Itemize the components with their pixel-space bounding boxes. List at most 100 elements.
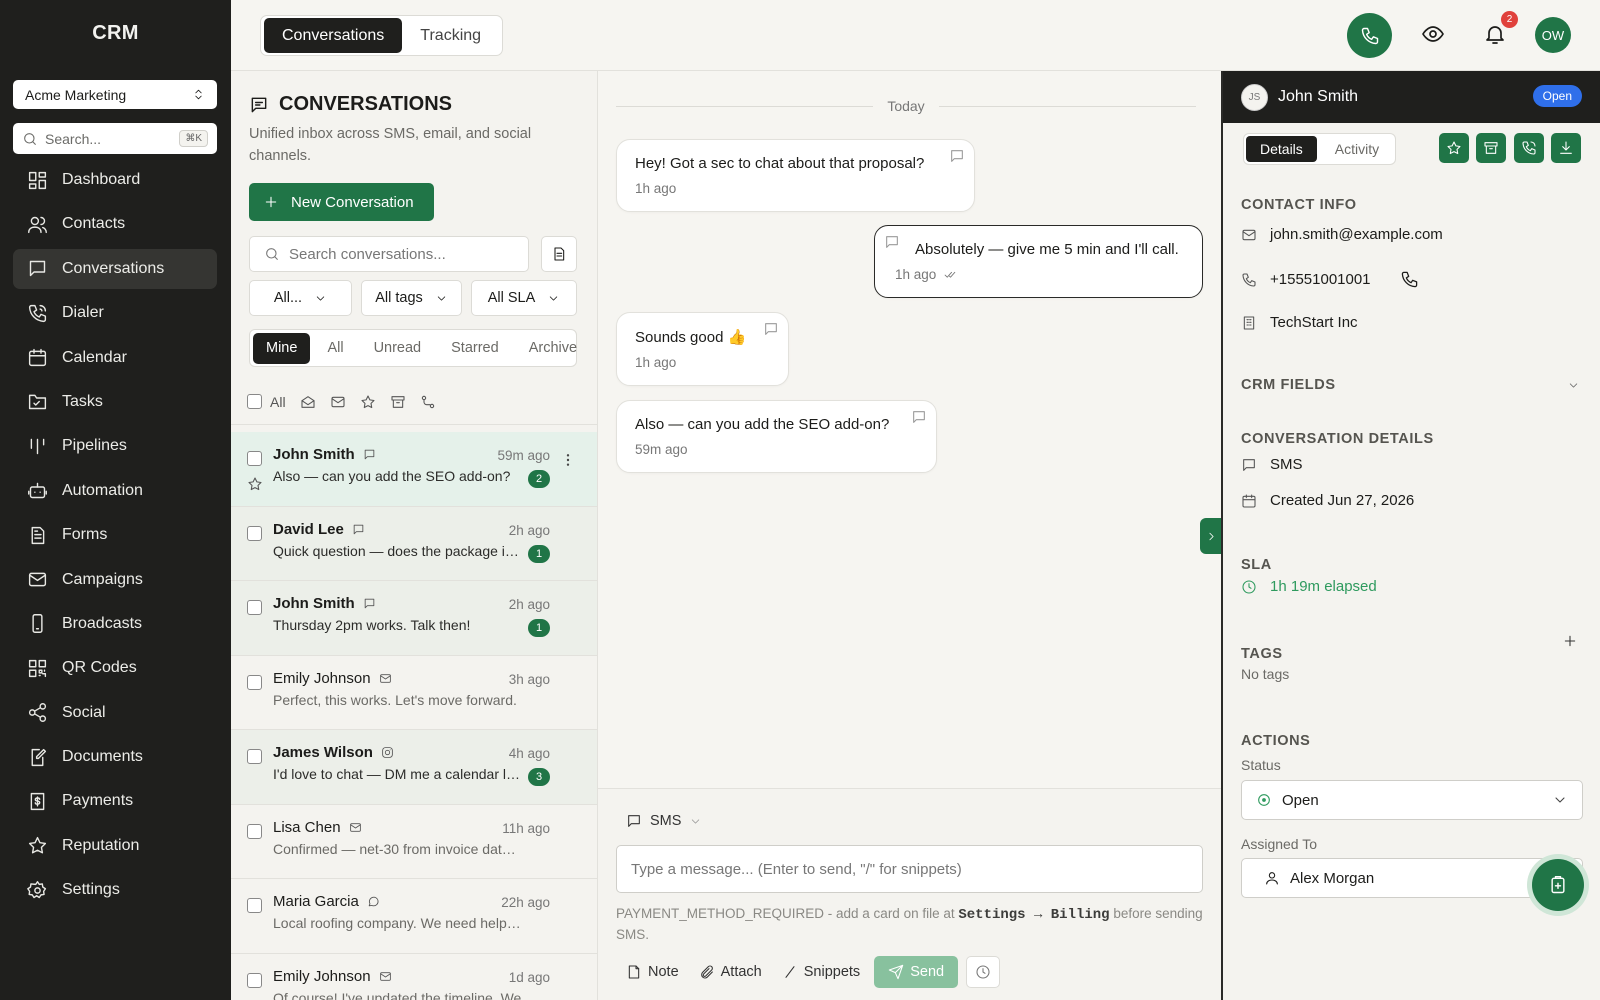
updown-chevron-icon — [195, 89, 202, 100]
snippets-button[interactable]: Snippets — [782, 964, 860, 980]
sidebar-item-tasks[interactable]: Tasks — [13, 382, 217, 422]
mail-icon — [1242, 229, 1256, 240]
segment-archive[interactable]: Archive — [516, 333, 590, 364]
archive-icon[interactable] — [390, 394, 406, 410]
row-checkbox[interactable] — [247, 674, 262, 690]
add-tag-button[interactable] — [1562, 633, 1578, 649]
row-checkbox[interactable] — [247, 525, 262, 541]
conversation-row[interactable]: John Smith 59m ago Also — can you add th… — [231, 432, 597, 507]
tab-activity[interactable]: Activity — [1321, 136, 1393, 162]
conversation-search-input[interactable]: Search conversations... — [249, 236, 529, 272]
send-label: Send — [910, 964, 945, 980]
contact-email[interactable]: john.smith@example.com — [1241, 226, 1443, 243]
conversation-row[interactable]: Emily Johnson 1d ago Of course! I've upd… — [231, 953, 597, 1000]
star-icon[interactable] — [247, 476, 263, 492]
sidebar-item-contacts[interactable]: Contacts — [13, 204, 217, 244]
sidebar-search[interactable]: Search... ⌘K — [13, 123, 217, 154]
segment-unread[interactable]: Unread — [361, 333, 435, 364]
tab-conversations[interactable]: Conversations — [264, 18, 403, 53]
warning-settings-path[interactable]: Settings → Billing — [958, 907, 1109, 923]
row-checkbox[interactable] — [247, 749, 262, 764]
sidebar-item-dialer[interactable]: Dialer — [13, 293, 217, 333]
tags-filter[interactable]: All tags — [361, 280, 462, 316]
row-checkbox[interactable] — [247, 451, 262, 466]
archive-button[interactable] — [1476, 133, 1506, 163]
workspace-select[interactable]: Acme Marketing — [13, 80, 217, 109]
contact-name: John Smith — [273, 446, 355, 463]
mail-icon[interactable] — [330, 394, 346, 410]
note-button[interactable]: Note — [626, 964, 679, 980]
assign-route-icon[interactable] — [420, 394, 436, 410]
panel-call-button[interactable] — [1514, 133, 1544, 163]
sidebar-item-documents[interactable]: Documents — [13, 737, 217, 777]
comment-icon[interactable] — [884, 234, 900, 250]
comment-icon[interactable] — [763, 321, 779, 337]
contact-avatar: JS — [1241, 83, 1268, 111]
sidebar-item-qr-codes[interactable]: QR Codes — [13, 648, 217, 688]
download-icon — [1560, 141, 1572, 154]
chevron-down-icon[interactable] — [1567, 379, 1580, 392]
tab-tracking[interactable]: Tracking — [402, 18, 499, 53]
status-select[interactable]: Open — [1241, 780, 1583, 820]
assigned-label: Assigned To — [1241, 836, 1318, 852]
channel-filter[interactable]: All... — [249, 280, 352, 316]
sidebar-item-reputation[interactable]: Reputation — [13, 826, 217, 866]
new-conversation-button[interactable]: New Conversation — [249, 183, 434, 221]
row-checkbox[interactable] — [247, 972, 262, 988]
segment-starred[interactable]: Starred — [438, 333, 512, 364]
mail-open-icon[interactable] — [300, 394, 316, 410]
sidebar-item-payments[interactable]: Payments — [13, 781, 217, 821]
sidebar-item-dashboard[interactable]: Dashboard — [13, 160, 217, 200]
crm-fields-title[interactable]: CRM FIELDS — [1241, 377, 1336, 393]
sidebar-item-conversations[interactable]: Conversations — [13, 248, 217, 289]
composer-channel-select[interactable]: SMS — [626, 813, 702, 829]
user-avatar[interactable]: OW — [1535, 17, 1571, 53]
comment-icon[interactable] — [911, 409, 927, 425]
gear-icon — [27, 880, 47, 898]
row-checkbox[interactable] — [247, 898, 262, 913]
comment-icon[interactable] — [949, 148, 965, 164]
call-contact-icon[interactable] — [1400, 270, 1419, 289]
tab-details[interactable]: Details — [1246, 136, 1317, 162]
message-input[interactable]: Type a message... (Enter to send, "/" fo… — [616, 845, 1203, 893]
sla-filter[interactable]: All SLA — [471, 280, 577, 316]
conversation-row[interactable]: John Smith 2h ago Thursday 2pm works. Ta… — [231, 581, 597, 656]
star-button[interactable] — [1439, 133, 1469, 163]
conversation-row[interactable]: Lisa Chen 11h ago Confirmed — net-30 fro… — [231, 804, 597, 879]
message-meta: 1h ago — [635, 355, 770, 370]
sidebar-item-broadcasts[interactable]: Broadcasts — [13, 604, 217, 644]
clock-icon — [1242, 579, 1256, 594]
templates-button[interactable] — [541, 236, 577, 272]
sidebar-item-pipelines[interactable]: Pipelines — [13, 426, 217, 466]
expand-panel-button[interactable] — [1200, 518, 1222, 554]
watch-button[interactable] — [1421, 22, 1445, 46]
attach-button[interactable]: Attach — [699, 964, 762, 980]
sidebar-item-social[interactable]: Social — [13, 693, 217, 733]
conversation-row[interactable]: David Lee 2h ago Quick question — does t… — [231, 506, 597, 581]
composer-channel: SMS — [650, 813, 682, 829]
schedule-button[interactable] — [966, 956, 1001, 988]
conversation-row[interactable]: James Wilson 4h ago I'd love to chat — D… — [231, 730, 597, 805]
sidebar-item-calendar[interactable]: Calendar — [13, 338, 217, 378]
call-button[interactable] — [1347, 13, 1392, 58]
row-checkbox[interactable] — [247, 823, 262, 839]
list-title: CONVERSATIONS — [249, 93, 452, 116]
sidebar-item-automation[interactable]: Automation — [13, 471, 217, 511]
row-time: 2h ago — [508, 597, 550, 612]
star-icon[interactable] — [360, 394, 376, 410]
segment-mine[interactable]: Mine — [253, 332, 311, 364]
more-vertical-icon[interactable] — [560, 452, 576, 468]
floating-action-button[interactable] — [1527, 854, 1589, 916]
download-button[interactable] — [1551, 133, 1581, 163]
conversation-row[interactable]: Maria Garcia 22h ago Local roofing compa… — [231, 879, 597, 954]
segment-all[interactable]: All — [314, 333, 356, 364]
sidebar-item-campaigns[interactable]: Campaigns — [13, 560, 217, 600]
sidebar-item-settings[interactable]: Settings — [13, 870, 217, 910]
select-all-checkbox[interactable] — [247, 394, 262, 409]
chevron-right-icon — [1208, 532, 1214, 540]
row-checkbox[interactable] — [247, 600, 262, 615]
conversation-row[interactable]: Emily Johnson 3h ago Perfect, this works… — [231, 655, 597, 730]
message-input-placeholder: Type a message... (Enter to send, "/" fo… — [631, 860, 962, 878]
sidebar-item-forms[interactable]: Forms — [13, 515, 217, 555]
send-button[interactable]: Send — [874, 956, 959, 988]
